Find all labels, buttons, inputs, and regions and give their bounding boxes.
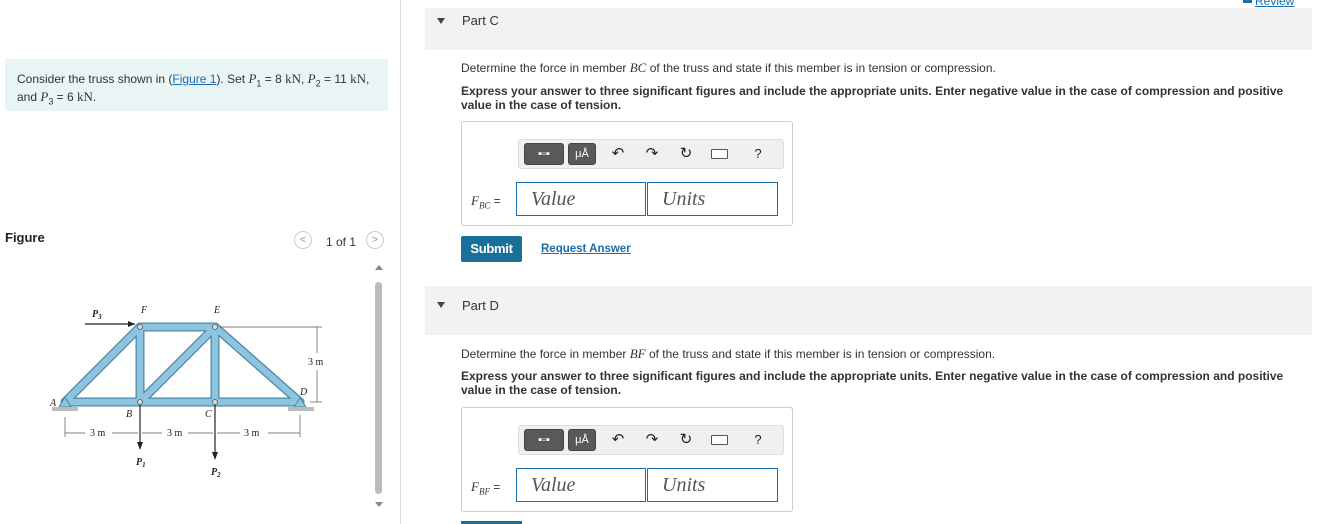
templates-button[interactable]: ▪▫▪ bbox=[524, 143, 564, 165]
undo-icon[interactable]: ↶ bbox=[609, 429, 627, 451]
problem-set-text: ). Set bbox=[216, 72, 249, 86]
units-button[interactable]: μÅ bbox=[568, 143, 596, 165]
member-bc: BC bbox=[629, 60, 647, 75]
part-c-units-input[interactable]: Units bbox=[647, 182, 778, 216]
p1-value: = 8 bbox=[261, 72, 286, 86]
p2-symbol: P bbox=[307, 71, 316, 86]
part-d-instructions: Express your answer to three significant… bbox=[461, 369, 1284, 397]
figure-next-button[interactable]: > bbox=[366, 231, 384, 249]
p3-unit: kN bbox=[77, 89, 93, 105]
problem-statement: Consider the truss shown in (Figure 1). … bbox=[17, 71, 370, 107]
part-d-variable: FBF = bbox=[471, 479, 501, 497]
collapse-caret-icon[interactable] bbox=[437, 18, 445, 24]
part-d-title: Part D bbox=[462, 298, 499, 313]
member-bf: BF bbox=[629, 346, 646, 361]
templates-button[interactable]: ▪▫▪ bbox=[524, 429, 564, 451]
node-label-c: C bbox=[205, 409, 212, 420]
keyboard-icon[interactable] bbox=[711, 149, 728, 159]
part-c-request-answer-link[interactable]: Request Answer bbox=[541, 243, 631, 255]
scroll-down-arrow[interactable] bbox=[375, 502, 383, 507]
part-c-value-input[interactable]: Value bbox=[516, 182, 646, 216]
truss-figure: A B C D E F P3 P1 P2 3 m 3 m 3 m 3 m bbox=[49, 305, 324, 479]
part-c-header[interactable]: Part C bbox=[425, 8, 1312, 50]
p1-unit: kN bbox=[285, 71, 301, 86]
part-c-title: Part C bbox=[462, 13, 499, 28]
figure-prev-button[interactable]: < bbox=[294, 231, 312, 249]
redo-icon[interactable]: ↷ bbox=[643, 143, 661, 165]
figure-heading: Figure bbox=[5, 230, 45, 245]
undo-icon[interactable]: ↶ bbox=[609, 143, 627, 165]
panel-divider bbox=[400, 0, 401, 524]
p2-unit: kN bbox=[350, 71, 366, 86]
dim-height: 3 m bbox=[308, 357, 324, 368]
problem-intro: Consider the truss shown in ( bbox=[17, 72, 173, 86]
dim-span-3: 3 m bbox=[244, 428, 260, 439]
node-label-a: A bbox=[49, 398, 57, 409]
dim-span-2: 3 m bbox=[167, 428, 183, 439]
node-label-e: E bbox=[213, 305, 220, 316]
ground-d bbox=[288, 407, 314, 411]
figure-counter: 1 of 1 bbox=[326, 235, 357, 249]
part-c-instructions: Express your answer to three significant… bbox=[461, 84, 1284, 112]
help-icon[interactable]: ? bbox=[749, 143, 767, 165]
review-link[interactable]: Review bbox=[1255, 0, 1294, 8]
collapse-caret-icon[interactable] bbox=[437, 302, 445, 308]
part-c-variable: FBC = bbox=[471, 193, 501, 211]
keyboard-icon[interactable] bbox=[711, 435, 728, 445]
dim-span-1: 3 m bbox=[90, 428, 106, 439]
help-icon[interactable]: ? bbox=[749, 429, 767, 451]
part-d-toolbar: ▪▫▪ μÅ ↶ ↷ ↻ ? bbox=[518, 425, 784, 455]
p1-label: P1 bbox=[136, 457, 146, 469]
problem-and: and bbox=[17, 90, 41, 105]
part-d-units-input[interactable]: Units bbox=[647, 468, 778, 502]
p3-value: = 6 bbox=[53, 90, 78, 105]
book-icon bbox=[1243, 0, 1252, 3]
node-label-d: D bbox=[299, 387, 308, 398]
part-c-question: Determine the force in member BC of the … bbox=[461, 60, 996, 75]
p2-label: P2 bbox=[211, 467, 221, 479]
reset-icon[interactable]: ↻ bbox=[677, 429, 695, 451]
part-d-value-input[interactable]: Value bbox=[516, 468, 646, 502]
scroll-up-arrow[interactable] bbox=[375, 265, 383, 270]
part-c-toolbar: ▪▫▪ μÅ ↶ ↷ ↻ ? bbox=[518, 139, 784, 169]
reset-icon[interactable]: ↻ bbox=[677, 143, 695, 165]
part-c-answer-box: ▪▫▪ μÅ ↶ ↷ ↻ ? FBC = Value Units bbox=[461, 121, 793, 226]
p3-label: P3 bbox=[92, 309, 102, 321]
figure-link[interactable]: Figure 1 bbox=[172, 72, 216, 86]
node-label-b: B bbox=[126, 409, 132, 420]
p2-value: = 11 bbox=[320, 72, 351, 86]
part-d-answer-box: ▪▫▪ μÅ ↶ ↷ ↻ ? FBF = Value Units bbox=[461, 407, 793, 512]
part-d-header[interactable]: Part D bbox=[425, 286, 1312, 335]
redo-icon[interactable]: ↷ bbox=[643, 429, 661, 451]
units-button[interactable]: μÅ bbox=[568, 429, 596, 451]
part-c-submit-button[interactable]: Submit bbox=[461, 236, 522, 262]
figure-scrollbar-thumb[interactable] bbox=[375, 282, 382, 494]
node-label-f: F bbox=[140, 305, 148, 316]
part-d-question: Determine the force in member BF of the … bbox=[461, 346, 996, 361]
